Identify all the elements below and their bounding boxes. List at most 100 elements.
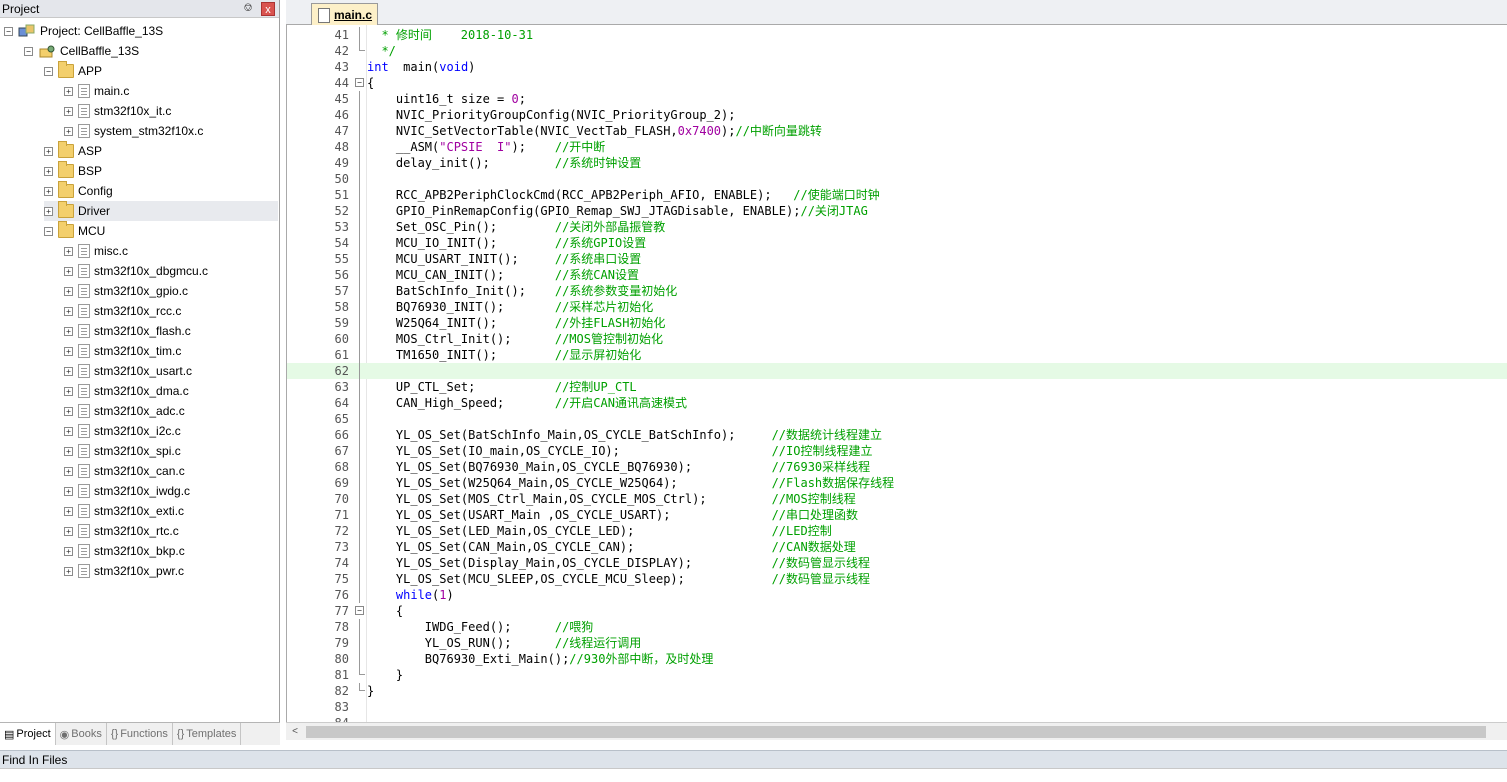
- expand-icon[interactable]: +: [64, 286, 73, 296]
- tree-file-item[interactable]: + stm32f10x_i2c.c: [64, 421, 181, 441]
- expand-icon[interactable]: +: [44, 186, 53, 196]
- tree-group-item[interactable]: − MCU: [44, 221, 105, 241]
- expand-icon[interactable]: +: [64, 546, 73, 556]
- expand-icon[interactable]: +: [44, 206, 53, 216]
- tree-file-item[interactable]: + stm32f10x_tim.c: [64, 341, 181, 361]
- project-panel: Project ⎊ x − Project: CellBaffle_13S − Cel…: [0, 0, 280, 745]
- scrollbar-thumb[interactable]: [306, 726, 1486, 738]
- fold-collapse-icon[interactable]: −: [355, 78, 364, 87]
- code-text: GPIO_PinRemapConfig(GPIO_Remap_SWJ_JTAGD…: [367, 204, 868, 218]
- expand-icon[interactable]: +: [44, 166, 53, 176]
- tree-group-item[interactable]: − Project: CellBaffle_13S: [4, 21, 163, 41]
- tab-functions[interactable]: {} Functions: [107, 723, 173, 745]
- code-line: 76 while(1): [287, 587, 1507, 603]
- fold-end-guide: [359, 43, 365, 51]
- tree-file-item[interactable]: + stm32f10x_bkp.c: [64, 541, 185, 561]
- tree-file-item[interactable]: + stm32f10x_pwr.c: [64, 561, 184, 581]
- code-line: 69 YL_OS_Set(W25Q64_Main,OS_CYCLE_W25Q64…: [287, 475, 1507, 491]
- tree-group-item[interactable]: + Config: [44, 181, 113, 201]
- tree-file-item[interactable]: + stm32f10x_gpio.c: [64, 281, 188, 301]
- expand-icon[interactable]: +: [64, 346, 73, 356]
- tree-file-item[interactable]: + misc.c: [64, 241, 128, 261]
- fold-guide: [359, 491, 360, 507]
- tree-file-item[interactable]: + stm32f10x_can.c: [64, 461, 185, 481]
- code-text: RCC_APB2PeriphClockCmd(RCC_APB2Periph_AF…: [367, 188, 880, 202]
- expand-icon[interactable]: +: [64, 566, 73, 576]
- collapse-icon[interactable]: −: [44, 226, 53, 236]
- expand-icon[interactable]: +: [44, 146, 53, 156]
- expand-icon[interactable]: +: [64, 326, 73, 336]
- close-icon[interactable]: x: [261, 1, 275, 16]
- code-line: 68 YL_OS_Set(BQ76930_Main,OS_CYCLE_BQ769…: [287, 459, 1507, 475]
- expand-icon[interactable]: +: [64, 306, 73, 316]
- tree-group-item[interactable]: + BSP: [44, 161, 102, 181]
- expand-icon[interactable]: +: [64, 466, 73, 476]
- fold-guide: [359, 27, 360, 43]
- tree-file-item[interactable]: + stm32f10x_adc.c: [64, 401, 185, 421]
- expand-icon[interactable]: +: [64, 106, 73, 116]
- line-number: 74: [334, 556, 349, 570]
- tree-group-item[interactable]: + ASP: [44, 141, 102, 161]
- tree-file-item[interactable]: + stm32f10x_flash.c: [64, 321, 191, 341]
- expand-icon[interactable]: +: [64, 246, 73, 256]
- collapse-icon[interactable]: −: [4, 26, 13, 36]
- code-text: YL_OS_Set(USART_Main ,OS_CYCLE_USART); /…: [367, 508, 859, 522]
- tree-item-label: MCU: [78, 224, 106, 238]
- tree-item-label: stm32f10x_adc.c: [94, 404, 185, 418]
- collapse-icon[interactable]: −: [24, 46, 33, 56]
- c-file-icon: [78, 344, 90, 358]
- tree-item-label: Config: [78, 184, 113, 198]
- tree-file-item[interactable]: + main.c: [64, 81, 129, 101]
- collapse-icon[interactable]: −: [44, 66, 53, 76]
- tree-group-item[interactable]: − APP: [44, 61, 102, 81]
- tab-templates[interactable]: {} Templates: [173, 723, 242, 745]
- line-number: 71: [334, 508, 349, 522]
- tab-main-c[interactable]: main.c: [311, 3, 379, 25]
- expand-icon[interactable]: +: [64, 266, 73, 276]
- tree-file-item[interactable]: + stm32f10x_exti.c: [64, 501, 184, 521]
- tree-file-item[interactable]: + stm32f10x_rcc.c: [64, 301, 181, 321]
- expand-icon[interactable]: +: [64, 426, 73, 436]
- expand-icon[interactable]: +: [64, 446, 73, 456]
- tree-file-item[interactable]: + stm32f10x_dbgmcu.c: [64, 261, 208, 281]
- code-text: YL_OS_Set(BQ76930_Main,OS_CYCLE_BQ76930)…: [367, 460, 871, 474]
- line-number: 45: [334, 92, 349, 106]
- expand-icon[interactable]: +: [64, 126, 73, 136]
- code-line: 77− {: [287, 603, 1507, 619]
- line-number: 51: [334, 188, 349, 202]
- fold-collapse-icon[interactable]: −: [355, 606, 364, 615]
- books-icon: ◉: [59, 728, 70, 741]
- tree-file-item[interactable]: + stm32f10x_it.c: [64, 101, 171, 121]
- folder-icon: [58, 141, 74, 158]
- c-file-icon: [78, 564, 90, 578]
- scroll-left-icon[interactable]: <: [288, 725, 302, 739]
- line-number: 84: [287, 715, 349, 722]
- code-text: }: [367, 668, 404, 682]
- pin-icon[interactable]: ⎊: [241, 2, 255, 15]
- tree-file-item[interactable]: + stm32f10x_spi.c: [64, 441, 181, 461]
- c-file-icon: [78, 244, 90, 258]
- tab-project[interactable]: ▤ Project: [0, 723, 56, 745]
- line-number: 49: [334, 156, 349, 170]
- expand-icon[interactable]: +: [64, 86, 73, 96]
- tree-file-item[interactable]: + stm32f10x_dma.c: [64, 381, 189, 401]
- tree-file-item[interactable]: + stm32f10x_iwdg.c: [64, 481, 190, 501]
- expand-icon[interactable]: +: [64, 386, 73, 396]
- tab-books[interactable]: ◉ Books: [56, 723, 107, 745]
- code-line: 84: [287, 715, 1507, 722]
- expand-icon[interactable]: +: [64, 526, 73, 536]
- expand-icon[interactable]: +: [64, 406, 73, 416]
- expand-icon[interactable]: +: [64, 506, 73, 516]
- tree-group-item[interactable]: − CellBaffle_13S: [24, 41, 139, 61]
- expand-icon[interactable]: +: [64, 366, 73, 376]
- c-file-icon: [78, 324, 90, 338]
- horizontal-scrollbar[interactable]: <: [286, 722, 1507, 740]
- expand-icon[interactable]: +: [64, 486, 73, 496]
- tree-file-item[interactable]: + stm32f10x_usart.c: [64, 361, 192, 381]
- tree-file-item[interactable]: + stm32f10x_rtc.c: [64, 521, 179, 541]
- fold-guide: [359, 459, 360, 475]
- tree-group-item[interactable]: + Driver: [44, 201, 278, 221]
- tree-item-label: stm32f10x_spi.c: [94, 444, 181, 458]
- code-area[interactable]: 41 * 修时间 2018-10-31 42 */43 int main(void)…: [286, 25, 1507, 722]
- tree-file-item[interactable]: + system_stm32f10x.c: [64, 121, 203, 141]
